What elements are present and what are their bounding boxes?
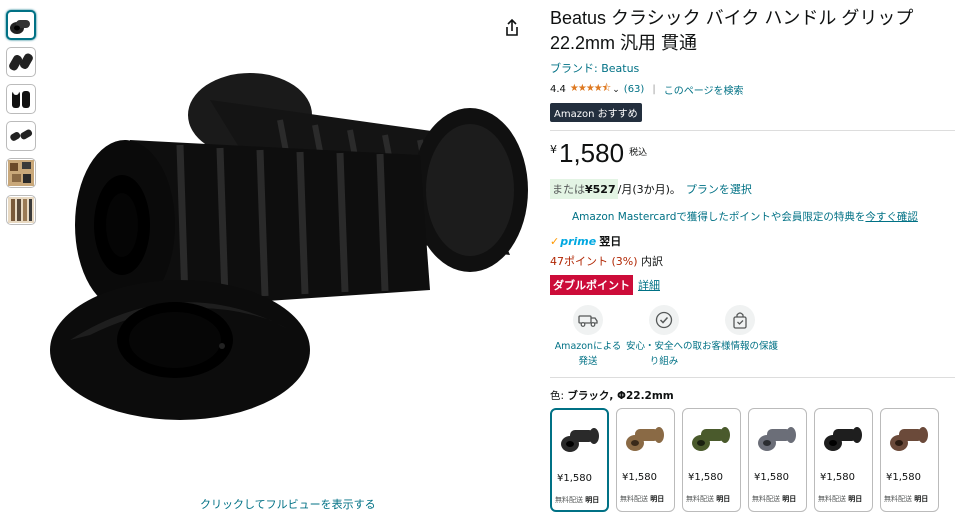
badge-amazon: Amazon: [554, 109, 595, 120]
swatch-price: ¥1,580: [557, 473, 592, 484]
thumbnail-6[interactable]: [6, 195, 36, 225]
main-product-image[interactable]: [40, 40, 540, 450]
swatch-price: ¥1,580: [820, 472, 855, 483]
divider: [550, 130, 955, 131]
feature-amazon-shipping[interactable]: Amazonによる発送: [550, 305, 626, 369]
color-swatches: ¥1,580 無料配送 明日 ¥1,580 無料配送 明日 ¥1,580 無料配…: [550, 408, 955, 512]
installment-row: または¥527 /月(3か月)。 プランを選択: [550, 179, 955, 199]
detail-link[interactable]: 詳細: [638, 277, 660, 293]
bag-lock-icon: [725, 305, 755, 335]
chevron-down-icon[interactable]: ⌄: [612, 85, 620, 95]
separator: |: [652, 84, 656, 95]
price-row: ¥ 1,580 税込: [550, 139, 955, 167]
fullview-caption[interactable]: クリックしてフルビューを表示する: [200, 496, 376, 512]
front-grip-shape: [75, 140, 430, 310]
front-flange-shape: [50, 280, 310, 420]
swatch-shipping: 無料配送 明日: [752, 495, 797, 503]
feature-privacy[interactable]: お客様情報の保護: [702, 305, 778, 369]
price-amount: 1,580: [559, 138, 625, 168]
badge-recommend: おすすめ: [597, 109, 638, 120]
swatch-option[interactable]: ¥1,580 無料配送 明日: [814, 408, 873, 512]
installment-amount: ¥527: [585, 183, 616, 196]
prime-check-icon: ✓: [550, 234, 560, 248]
swatch-shipping: 無料配送 明日: [686, 495, 731, 503]
feature-label: お客様情報の保護: [702, 341, 779, 352]
swatch-shipping: 無料配送 明日: [555, 496, 600, 504]
points-breakdown[interactable]: 内訳: [641, 255, 663, 268]
prime-delivery-row: ✓ prime 翌日: [550, 233, 955, 249]
swatch-image: [691, 421, 733, 455]
product-title: Beatus クラシック バイク ハンドル グリップ 22.2mm 汎用 貫通: [550, 8, 914, 53]
currency-symbol: ¥: [550, 143, 557, 156]
swatch-price: ¥1,580: [622, 472, 657, 483]
thumbnail-strip: [6, 10, 40, 232]
tax-note: 税込: [629, 148, 648, 158]
swatch-option[interactable]: ¥1,580 無料配送 明日: [748, 408, 807, 512]
swatch-option[interactable]: ¥1,580 無料配送 明日: [682, 408, 741, 512]
feature-safety[interactable]: 安心・安全への取り組み: [626, 305, 702, 369]
divider: [550, 377, 955, 378]
truck-icon: [573, 305, 603, 335]
selected-color: ブラック, Φ22.2mm: [567, 390, 674, 402]
swatch-price: ¥1,580: [688, 472, 723, 483]
installment-chip: または¥527: [550, 179, 618, 199]
thumbnail-3[interactable]: [6, 84, 36, 114]
swatch-option[interactable]: ¥1,580 無料配送 明日: [550, 408, 609, 512]
swatch-image: [757, 421, 799, 455]
swatch-image: [625, 421, 667, 455]
rating-row: 4.4 ★★★★⯪ ⌄ (63) | このページを検索: [550, 81, 955, 98]
swatch-shipping: 無料配送 明日: [818, 495, 863, 503]
installment-period: /月(3か月)。: [617, 183, 681, 196]
feature-icons: Amazonによる発送 安心・安全への取り組み お客様情報の保護: [550, 305, 955, 369]
points-value: 47ポイント (3%): [550, 255, 638, 268]
mastercard-promo: Amazon Mastercardで獲得したポイントや会員限定の特典を今すぐ確認: [572, 209, 955, 224]
swatch-image: [823, 421, 865, 455]
swatch-shipping: 無料配送 明日: [620, 495, 665, 503]
check-now-link[interactable]: 今すぐ確認: [865, 211, 918, 223]
amazon-recommend-badge: Amazon おすすめ: [550, 103, 642, 122]
color-label: 色: ブラック, Φ22.2mm: [550, 388, 955, 403]
card-text: Amazon Mastercardで獲得したポイントや会員限定の特典を: [572, 211, 866, 223]
color-label-prefix: 色:: [550, 390, 565, 402]
search-page-link[interactable]: このページを検索: [664, 82, 744, 97]
swatch-option[interactable]: ¥1,580 無料配送 明日: [880, 408, 939, 512]
swatch-shipping: 無料配送 明日: [884, 495, 929, 503]
thumbnail-4[interactable]: [6, 121, 36, 151]
share-icon[interactable]: [502, 18, 522, 38]
thumbnail-1[interactable]: [6, 10, 36, 40]
product-info-panel: Beatus クラシック バイク ハンドル グリップ 22.2mm 汎用 貫通 …: [550, 0, 955, 512]
double-points-row: ダブルポイント 詳細: [550, 275, 955, 295]
points-row: 47ポイント (3%) 内訳: [550, 253, 955, 269]
double-points-badge: ダブルポイント: [550, 275, 633, 295]
plan-select-link[interactable]: プランを選択: [686, 181, 752, 197]
thumbnail-5[interactable]: [6, 158, 36, 188]
brand-link[interactable]: ブランド: Beatus: [550, 60, 955, 76]
swatch-image: [889, 421, 931, 455]
swatch-image: [560, 422, 602, 456]
swatch-price: ¥1,580: [886, 472, 921, 483]
swatch-option[interactable]: ¥1,580 無料配送 明日: [616, 408, 675, 512]
review-count-link[interactable]: (63): [624, 84, 645, 95]
feature-label: Amazonによる発送: [554, 341, 622, 367]
delivery-day: 翌日: [599, 235, 622, 248]
rating-value: 4.4: [550, 84, 566, 95]
thumbnail-2[interactable]: [6, 47, 36, 77]
star-rating-icon[interactable]: ★★★★⯪: [570, 81, 611, 98]
shield-check-icon: [649, 305, 679, 335]
feature-label: 安心・安全への取り組み: [626, 341, 703, 367]
swatch-price: ¥1,580: [754, 472, 789, 483]
installment-prefix: または: [552, 183, 585, 196]
prime-logo: prime: [560, 234, 597, 248]
